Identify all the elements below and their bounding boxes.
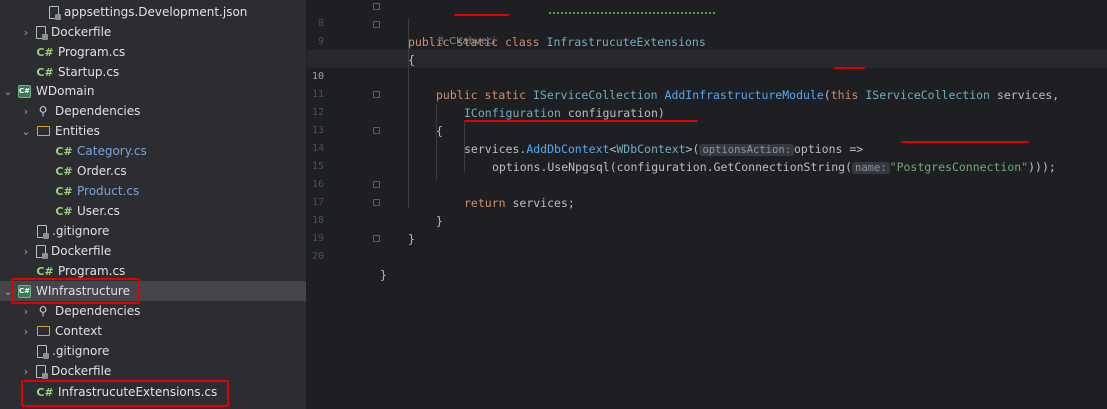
chevron-right-icon[interactable]: › [20,245,32,258]
tree-item-appsettings-development[interactable]: appsettings.Development.json [0,2,306,22]
tree-item-label: Program.cs [58,45,126,59]
folder-icon [36,126,50,136]
tree-item-label: appsettings.Development.json [64,5,248,19]
file-icon [36,25,48,40]
folder-icon [36,326,50,336]
tree-item-label: Entities [55,124,100,138]
tree-item-label: Dependencies [55,104,141,118]
tree-item-label: Order.cs [77,164,127,178]
author-name: CKahveci [449,36,496,47]
dependencies-icon: ⚲ [38,104,48,118]
chevron-right-icon[interactable]: › [20,365,32,378]
csharp-file-icon: C# [55,144,73,158]
tree-item-label: User.cs [77,204,120,218]
annotation-underline-static [454,14,509,16]
code-text: } [380,268,387,282]
annotation-box-project [11,278,140,304]
tree-item-label: WDomain [36,84,95,98]
file-icon [37,224,49,239]
project-icon: C# [18,84,31,98]
code-line[interactable]: 13 services.AddDbContext<WDbContext>(opt… [307,104,1107,156]
chevron-right-icon[interactable]: › [20,305,32,318]
csharp-file-icon: C# [36,65,54,79]
tree-item-gitignore[interactable]: .gitignore [0,221,306,241]
tree-item-dockerfile[interactable]: › Dockerfile [0,361,306,381]
csharp-file-icon: C# [36,264,54,278]
tree-item-label: Program.cs [58,264,126,278]
csharp-file-icon: C# [36,45,54,59]
csharp-file-icon: C# [55,184,73,198]
code-editor[interactable]: 8 public static class InfrastrucuteExten… [307,0,1107,409]
annotation-box-file [21,380,229,407]
tree-item-context-folder[interactable]: › Context [0,321,306,341]
tree-item-label: Dependencies [55,304,141,318]
tree-item-label: Context [55,324,103,338]
code-line[interactable]: 10 public static IServiceCollection AddI… [307,50,1107,102]
codelens-author[interactable]: ♙ CKahveci [437,36,495,47]
tree-item-dockerfile[interactable]: › Dockerfile [0,22,306,42]
chevron-down-icon[interactable]: ⌄ [20,125,32,138]
chevron-down-icon[interactable]: ⌄ [2,85,14,98]
tree-item-entities-folder[interactable]: ⌄ Entities [0,121,306,141]
tree-item-label: Dockerfile [51,244,112,258]
tree-item-label: Product.cs [77,184,140,198]
code-line[interactable]: 20 } [307,230,1107,282]
line-number: 20 [311,251,324,262]
tree-item-program-cs[interactable]: C# Program.cs [0,42,306,62]
tree-item-dockerfile[interactable]: › Dockerfile [0,241,306,261]
tree-item-category-cs[interactable]: C# Category.cs [0,141,306,161]
tree-item-product-cs[interactable]: C# Product.cs [0,181,306,201]
tree-item-label: Startup.cs [58,65,120,79]
tree-item-label: .gitignore [52,224,110,238]
json-file-icon [49,5,61,20]
chevron-right-icon[interactable]: › [20,325,32,338]
person-icon: ♙ [437,36,450,47]
csharp-file-icon: C# [55,204,73,218]
annotation-underline-connection-string [901,141,1029,143]
tree-item-label: Category.cs [77,144,147,158]
solution-explorer: appsettings.Development.json › Dockerfil… [0,0,307,409]
csharp-file-icon: C# [55,164,73,178]
tree-item-user-cs[interactable]: C# User.cs [0,201,306,221]
code-line[interactable]: 11 IConfiguration configuration) [307,68,1107,120]
warning-squiggle [549,12,716,14]
tree-item-label: Dockerfile [51,364,112,378]
tree-item-gitignore[interactable]: .gitignore [0,341,306,361]
code-line[interactable]: 17 } [307,176,1107,228]
tree-item-order-cs[interactable]: C# Order.cs [0,161,306,181]
annotation-underline-adddbcontext [464,120,698,122]
class-name: InfrastrucuteExtensions [546,35,706,49]
line-number: 9 [317,36,324,47]
code-line[interactable]: 18 } [307,194,1107,246]
file-icon [37,344,49,359]
code-line[interactable]: 9 { [307,15,1107,67]
file-icon [36,244,48,259]
keyword: class [504,35,540,49]
code-line[interactable]: 16 return services; [307,158,1107,210]
tree-item-startup-cs[interactable]: C# Startup.cs [0,62,306,82]
code-line[interactable]: 19 [307,212,1107,244]
tree-item-label: .gitignore [52,344,110,358]
annotation-underline-this [834,67,865,69]
dependencies-icon: ⚲ [38,304,48,318]
chevron-right-icon[interactable]: › [20,105,32,118]
code-line[interactable]: 14 options.UseNpgsql(configuration.GetCo… [307,122,1107,174]
tree-item-label: Dockerfile [51,25,112,39]
file-icon [36,364,48,379]
tree-item-project-wdomain[interactable]: ⌄ C# WDomain [0,81,306,101]
tree-item-dependencies[interactable]: › ⚲ Dependencies [0,101,306,121]
code-line[interactable]: 12 { [307,86,1107,138]
tree-item-dependencies[interactable]: › ⚲ Dependencies [0,301,306,321]
chevron-right-icon[interactable]: › [20,26,32,39]
